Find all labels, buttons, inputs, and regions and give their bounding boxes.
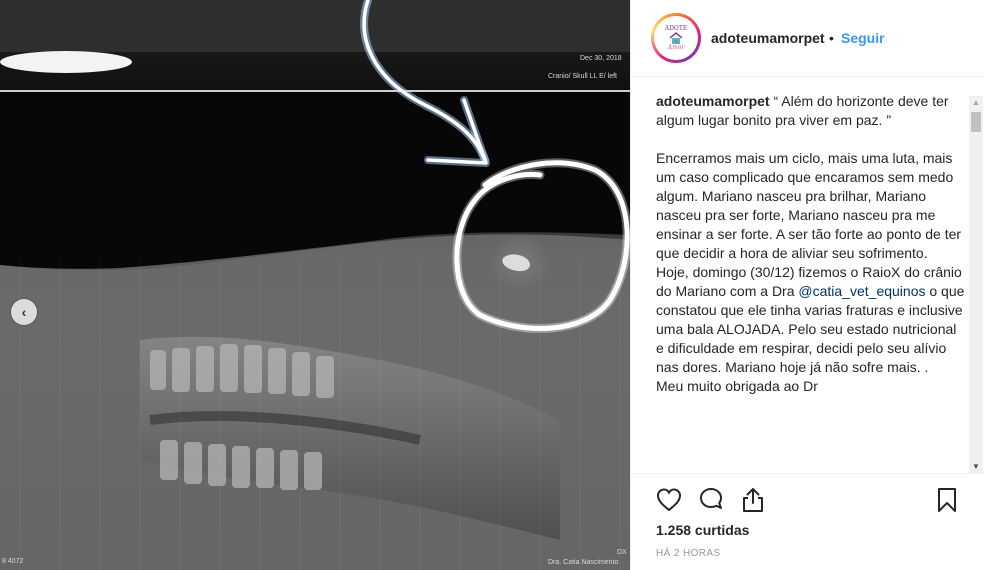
post-sidebar: ADOTE Amor adoteumamorpet • Seguir adote… bbox=[630, 0, 984, 570]
scroll-up-arrow-icon[interactable]: ▲ bbox=[969, 96, 983, 110]
post-image: Dec 30, 2018 Cranio/ Skull LL E/ left 8 … bbox=[0, 0, 630, 570]
xray-image bbox=[0, 0, 630, 570]
redacted-name bbox=[0, 51, 132, 73]
save-button[interactable] bbox=[933, 486, 961, 514]
caption-scroll-area[interactable]: adoteumamorpet “ Além do horizonte deve … bbox=[631, 78, 984, 474]
heart-icon bbox=[656, 488, 682, 512]
username-link[interactable]: adoteumamorpet bbox=[711, 30, 825, 46]
xray-footer-dx: DX bbox=[617, 549, 627, 556]
share-button[interactable] bbox=[739, 486, 767, 514]
scrollbar-thumb[interactable] bbox=[971, 112, 981, 132]
post-timestamp[interactable]: HÁ 2 HORAS bbox=[656, 548, 721, 559]
scroll-down-arrow-icon[interactable]: ▼ bbox=[969, 460, 983, 473]
comment-button[interactable] bbox=[697, 486, 725, 514]
caption-paragraph-3: Meu muito obrigada ao Dr bbox=[656, 378, 818, 394]
previous-image-button[interactable]: ‹ bbox=[11, 299, 37, 325]
separator-dot: • bbox=[829, 30, 834, 46]
likes-count[interactable]: 1.258 curtidas bbox=[656, 522, 749, 538]
post-header: ADOTE Amor adoteumamorpet • Seguir bbox=[631, 0, 984, 77]
caption-text: adoteumamorpet “ Além do horizonte deve … bbox=[656, 92, 968, 396]
avatar-logo-bottom-text: Amor bbox=[667, 43, 685, 51]
caption-author[interactable]: adoteumamorpet bbox=[656, 93, 770, 109]
xray-footer-doctor: Dra. Catia Nascimento bbox=[548, 559, 619, 566]
avatar-logo: ADOTE Amor bbox=[654, 16, 698, 60]
house-icon bbox=[669, 31, 683, 44]
xray-label: Cranio/ Skull LL E/ left bbox=[548, 73, 617, 80]
mention-link[interactable]: @catia_vet_equinos bbox=[798, 283, 925, 299]
like-button[interactable] bbox=[655, 486, 683, 514]
share-icon bbox=[743, 488, 763, 512]
xray-footer-left: 8 4072 bbox=[2, 558, 24, 565]
avatar[interactable]: ADOTE Amor bbox=[651, 13, 701, 63]
comment-icon bbox=[700, 488, 722, 509]
chevron-left-icon: ‹ bbox=[21, 304, 27, 320]
bookmark-icon bbox=[938, 488, 956, 512]
xray-date: Dec 30, 2018 bbox=[580, 55, 622, 62]
action-bar bbox=[631, 478, 984, 522]
caption-scrollbar[interactable]: ▲ ▼ bbox=[969, 96, 983, 473]
caption-paragraph-1: Encerramos mais um ciclo, mais uma luta,… bbox=[656, 150, 965, 261]
follow-button[interactable]: Seguir bbox=[841, 30, 885, 46]
